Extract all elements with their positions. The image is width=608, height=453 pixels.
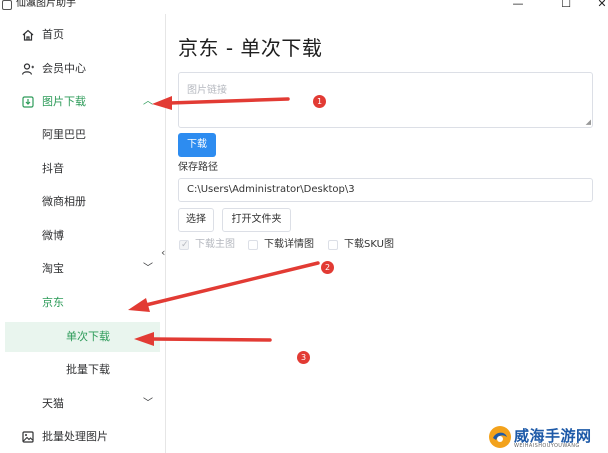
- sidebar-item-label: 微博: [42, 229, 64, 242]
- checkbox-box: [248, 240, 258, 250]
- sidebar-item-douyin[interactable]: 抖音: [0, 154, 160, 184]
- image-url-input[interactable]: [179, 73, 592, 127]
- download-icon: [22, 96, 34, 108]
- sidebar-item-image-download[interactable]: 图片下载 ︿: [0, 87, 160, 117]
- image-url-field: ◢: [178, 72, 593, 128]
- chevron-down-icon: ﹀: [143, 398, 153, 409]
- sidebar: 首页 会员中心 图片下载 ︿ 阿里巴巴 抖音 微商相册 微博 淘宝 ﹀ 京东 单…: [0, 14, 166, 453]
- app-icon: [2, 0, 12, 10]
- download-button[interactable]: 下载: [178, 133, 216, 157]
- sidebar-item-label: 京东: [42, 296, 64, 309]
- open-folder-button[interactable]: 打开文件夹: [222, 208, 291, 232]
- sidebar-item-weibo[interactable]: 微博: [0, 221, 160, 251]
- check-icon: ✓: [181, 240, 189, 250]
- page-title: 京东 - 单次下载: [178, 36, 323, 60]
- sidebar-item-label: 批量下载: [66, 363, 110, 376]
- image-icon: [22, 431, 34, 443]
- sidebar-item-label: 批量处理图片: [42, 430, 108, 443]
- home-icon: [22, 29, 34, 41]
- chevron-down-icon: ﹀: [143, 263, 153, 274]
- watermark-logo-icon: [489, 426, 511, 448]
- watermark: 威海手游网 WEIHAISHOUYOUWANG: [488, 423, 608, 453]
- checkbox-box: ✓: [179, 240, 189, 250]
- checkbox-label: 下载SKU图: [344, 239, 394, 250]
- annotation-badge-3: 3: [297, 351, 310, 364]
- sidebar-item-label: 抖音: [42, 162, 64, 175]
- sidebar-item-label: 单次下载: [66, 330, 110, 343]
- maximize-button[interactable]: ☐: [546, 0, 586, 11]
- sidebar-item-taobao[interactable]: 淘宝 ﹀: [0, 254, 160, 284]
- sidebar-item-label: 图片下载: [42, 95, 86, 108]
- window-title: 仙瀛图片助手: [16, 0, 76, 9]
- close-button[interactable]: ✕: [582, 0, 608, 11]
- resize-grip-icon[interactable]: ◢: [586, 119, 591, 126]
- sidebar-item-label: 淘宝: [42, 262, 64, 275]
- sidebar-item-jd[interactable]: 京东: [0, 288, 160, 318]
- chevron-up-icon: ︿: [143, 96, 153, 107]
- title-bar: 仙瀛图片助手 — ☐ ✕: [0, 0, 608, 12]
- sidebar-item-single-download[interactable]: 单次下载: [5, 322, 160, 352]
- sidebar-item-weishang-album[interactable]: 微商相册: [0, 187, 160, 217]
- checkbox-box: [328, 240, 338, 250]
- save-path-input[interactable]: C:\Users\Administrator\Desktop\3: [178, 178, 593, 202]
- main-panel: 京东 - 单次下载 ◢ 下载 保存路径 C:\Users\Administrat…: [166, 14, 608, 453]
- annotation-badge-1: 1: [313, 95, 326, 108]
- sidebar-item-tmall[interactable]: 天猫 ﹀: [0, 389, 160, 419]
- sidebar-item-batch-process[interactable]: 批量处理图片: [0, 422, 160, 452]
- sidebar-item-home[interactable]: 首页: [0, 20, 160, 50]
- sidebar-item-label: 天猫: [42, 397, 64, 410]
- sidebar-item-batch-download[interactable]: 批量下载: [0, 355, 160, 385]
- sidebar-item-label: 阿里巴巴: [42, 128, 86, 141]
- sidebar-item-alibaba[interactable]: 阿里巴巴: [0, 120, 160, 150]
- choose-button[interactable]: 选择: [178, 208, 214, 232]
- save-path-label: 保存路径: [178, 162, 218, 173]
- user-icon: [21, 63, 34, 75]
- checkbox-label: 下载详情图: [264, 239, 314, 250]
- sidebar-item-member-center[interactable]: 会员中心: [0, 54, 160, 84]
- annotation-badge-2: 2: [321, 261, 334, 274]
- minimize-button[interactable]: —: [498, 0, 538, 11]
- watermark-subtext: WEIHAISHOUYOUWANG: [514, 443, 580, 449]
- sidebar-item-label: 微商相册: [42, 195, 86, 208]
- sidebar-item-label: 首页: [42, 28, 64, 41]
- sidebar-item-label: 会员中心: [42, 62, 86, 75]
- checkbox-label: 下载主图: [195, 239, 235, 250]
